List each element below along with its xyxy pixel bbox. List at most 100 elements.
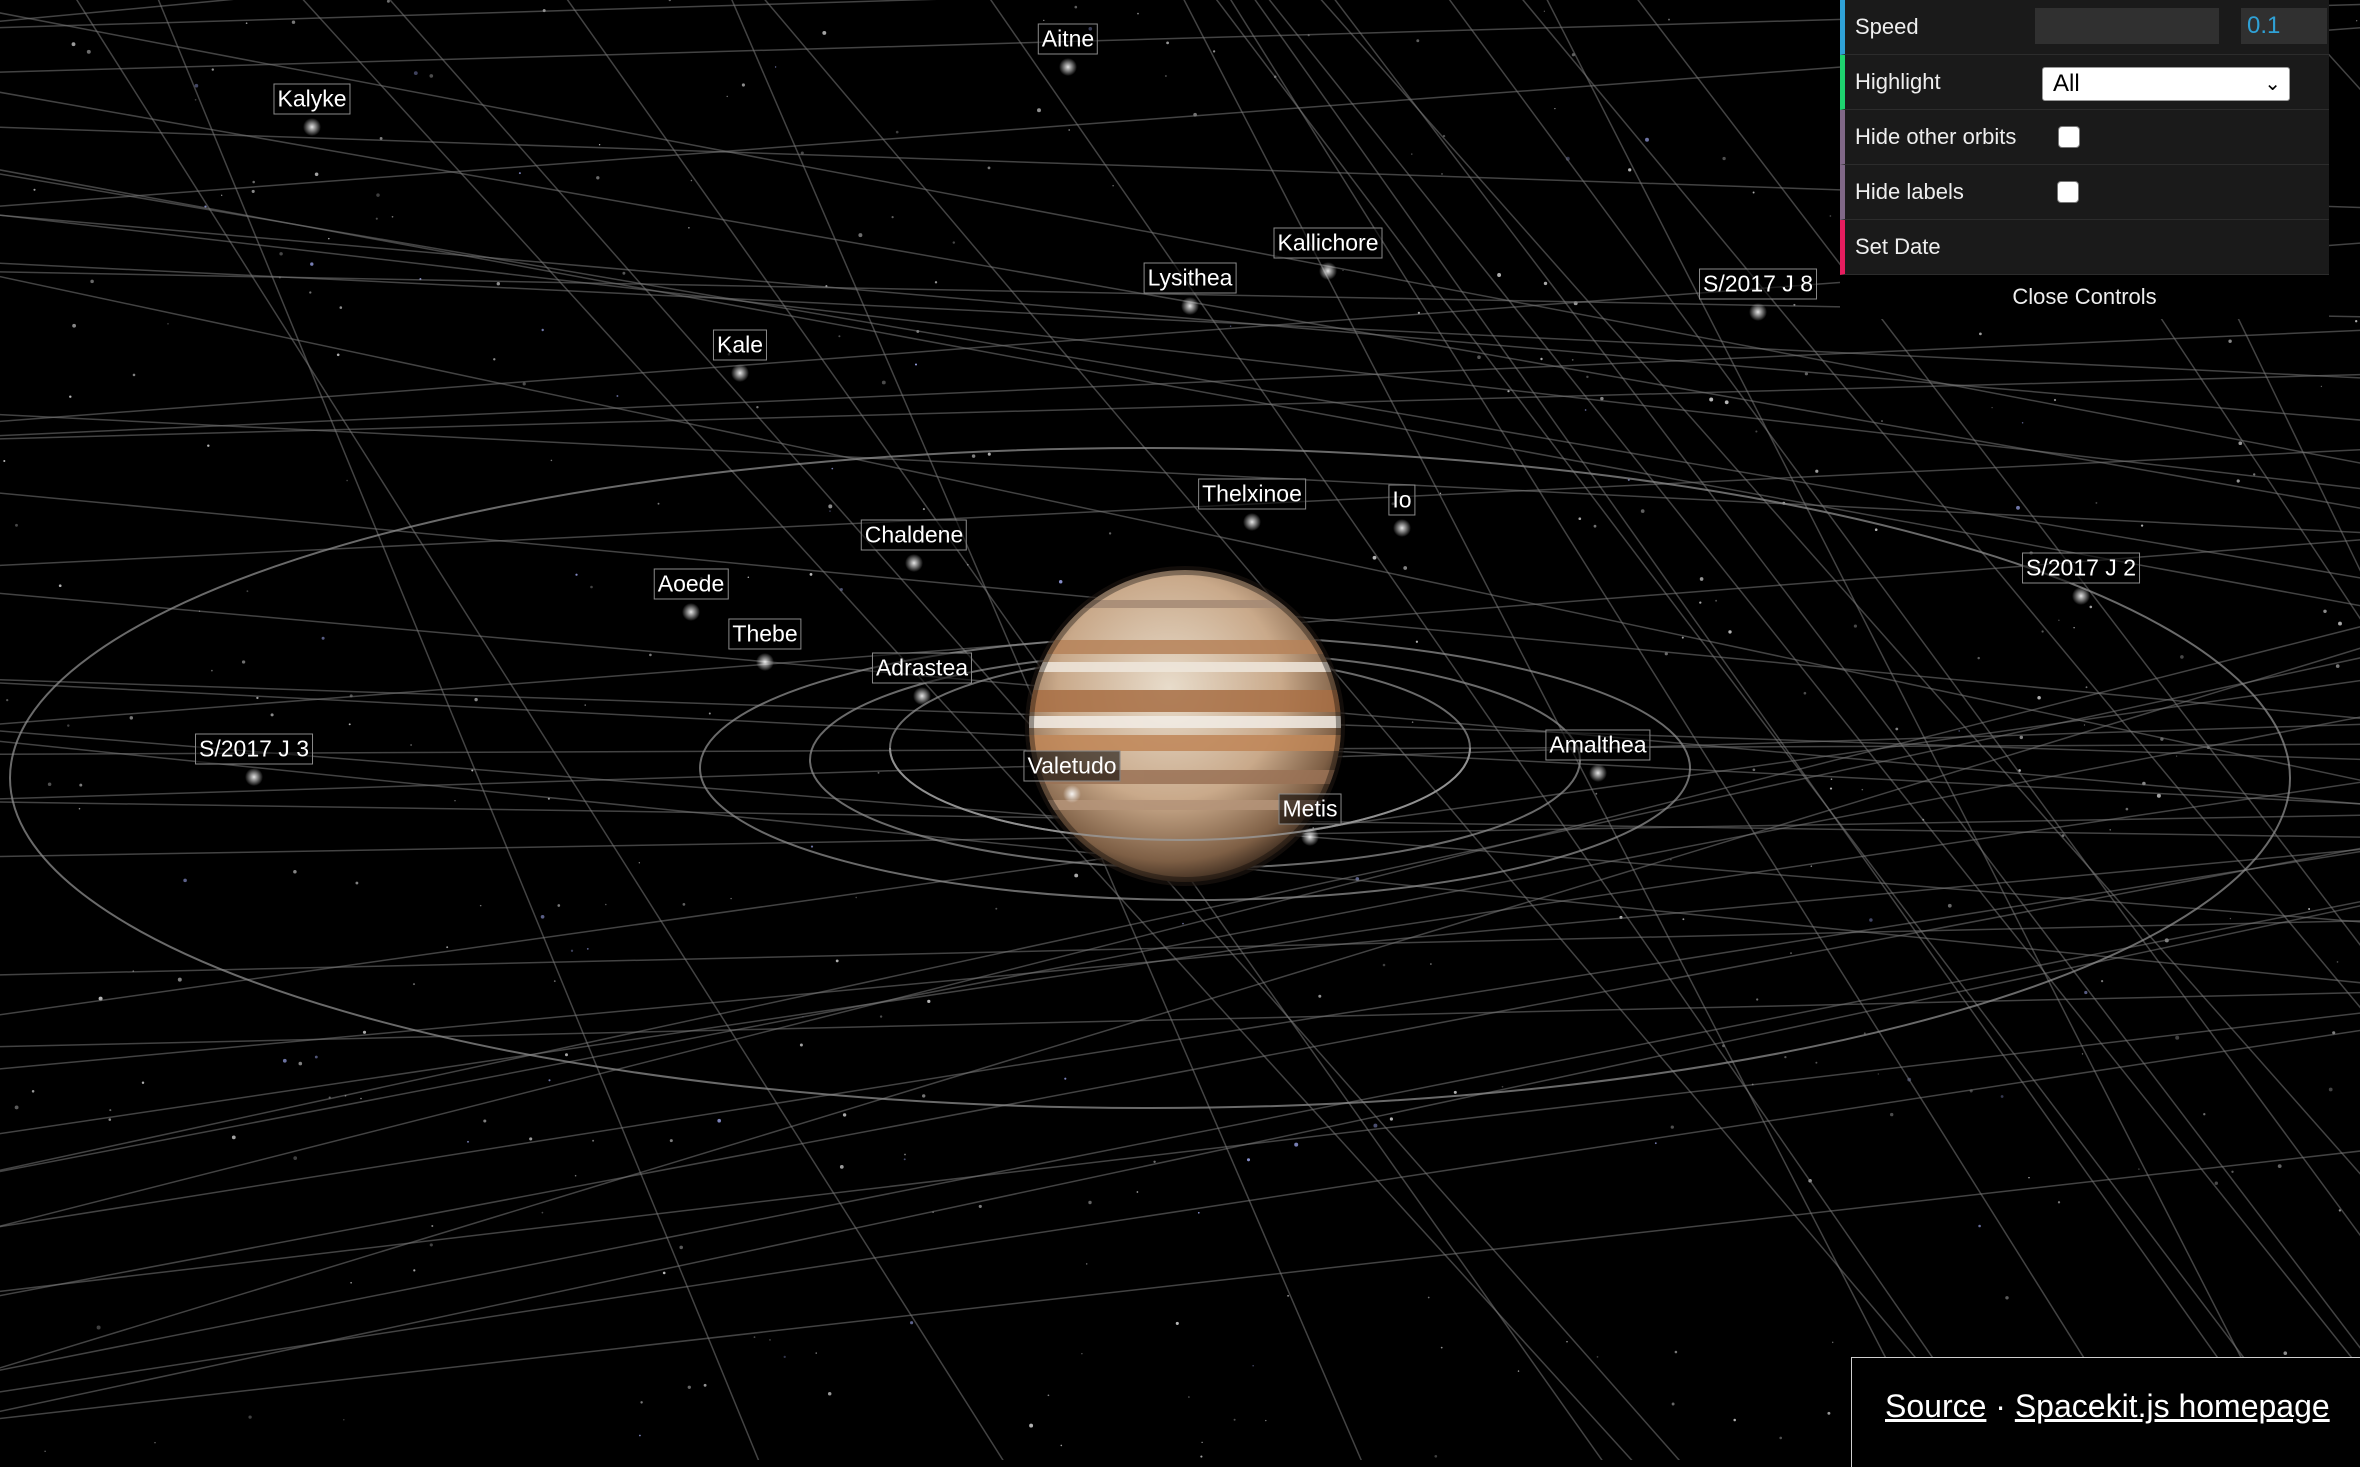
star (1881, 420, 1883, 422)
moon-label-s2017-j8[interactable]: S/2017 J 8 (1699, 269, 1817, 300)
star (1176, 1322, 1179, 1325)
moon-label-kalyke[interactable]: Kalyke (273, 84, 350, 115)
star (554, 980, 556, 982)
star (1733, 1419, 1736, 1422)
star (72, 324, 76, 328)
star (1430, 963, 1432, 965)
star (480, 905, 482, 907)
moon-label-metis[interactable]: Metis (1279, 794, 1342, 825)
moon-marker (756, 653, 774, 671)
moon-label-kale[interactable]: Kale (713, 330, 767, 361)
moon-label-thelxinoe[interactable]: Thelxinoe (1198, 479, 1306, 510)
moon-label-aitne[interactable]: Aitne (1038, 24, 1098, 55)
star (1416, 39, 1419, 42)
orbit-line (45, 0, 1034, 1460)
star (1373, 1124, 1377, 1128)
star (310, 262, 313, 265)
close-controls-button[interactable]: Close Controls (1840, 275, 2329, 319)
moon-label-lysithea[interactable]: Lysithea (1144, 263, 1237, 294)
moon-label-thebe[interactable]: Thebe (728, 619, 801, 650)
highlight-select[interactable]: All ⌄ (2042, 67, 2290, 101)
star (1875, 528, 1878, 531)
star (1991, 407, 1992, 408)
star (79, 808, 81, 810)
moon-label-amalthea[interactable]: Amalthea (1545, 730, 1650, 761)
star (2001, 1095, 2004, 1098)
star (2028, 1177, 2029, 1178)
star (585, 704, 586, 705)
star (252, 190, 255, 193)
moon-label-io[interactable]: Io (1388, 485, 1415, 516)
star (599, 144, 600, 145)
star (1572, 359, 1574, 361)
star (3, 460, 5, 462)
star (691, 180, 693, 182)
star (2231, 1171, 2233, 1173)
star (529, 1137, 532, 1140)
star (207, 444, 209, 446)
star (605, 904, 607, 906)
star (2230, 918, 2231, 919)
set-date-button[interactable]: Set Date (1840, 220, 2329, 275)
star (1153, 1161, 1155, 1163)
speed-slider[interactable] (2035, 8, 2219, 44)
star (542, 1212, 544, 1214)
source-link[interactable]: Source (1885, 1388, 1986, 1424)
star (48, 782, 52, 786)
star (2095, 502, 2097, 504)
star (497, 282, 500, 285)
speed-input[interactable]: 0.1 (2241, 8, 2327, 44)
star (1978, 1225, 1981, 1228)
star (922, 1094, 925, 1097)
star (1595, 793, 1597, 795)
footer-separator: · (1995, 1388, 2006, 1424)
moon-label-aoede[interactable]: Aoede (654, 569, 729, 600)
star (2041, 630, 2043, 632)
star (775, 66, 776, 67)
star (2126, 808, 2129, 811)
star (1390, 1117, 1393, 1120)
star (1578, 517, 1581, 520)
moon-label-s2017-j3[interactable]: S/2017 J 3 (195, 734, 313, 765)
moon-label-valetudo[interactable]: Valetudo (1023, 751, 1120, 782)
moon-label-chaldene[interactable]: Chaldene (861, 520, 967, 551)
speed-control: Speed 0.1 (1840, 0, 2329, 55)
star (246, 22, 248, 24)
star (1709, 398, 1713, 402)
star (493, 358, 495, 360)
hide-labels-checkbox[interactable] (2057, 181, 2079, 203)
star (548, 1079, 550, 1081)
spacekit-homepage-link[interactable]: Spacekit.js homepage (2015, 1388, 2330, 1424)
moon-label-adrastea[interactable]: Adrastea (872, 653, 972, 684)
star (293, 1156, 297, 1160)
star (2090, 606, 2093, 609)
star (2175, 1036, 2179, 1040)
star (541, 915, 545, 919)
star (142, 1081, 144, 1083)
star (1166, 42, 1169, 45)
star (2308, 908, 2310, 910)
moon-label-kallichore[interactable]: Kallichore (1274, 228, 1383, 259)
star (1655, 1142, 1657, 1144)
star (1779, 1437, 1782, 1440)
star (1029, 1424, 1033, 1428)
star (1895, 728, 1898, 731)
moon-marker (1749, 303, 1767, 321)
star (2086, 686, 2088, 688)
star (97, 1326, 101, 1330)
star (688, 227, 690, 229)
star (72, 42, 76, 46)
star (410, 744, 412, 746)
star (248, 1415, 251, 1418)
star (858, 233, 862, 237)
star (1454, 1091, 1457, 1094)
star (1165, 75, 1167, 77)
hide-orbits-checkbox[interactable] (2058, 126, 2080, 148)
moon-label-s2017-j2[interactable]: S/2017 J 2 (2022, 553, 2140, 584)
highlight-label: Highlight (1855, 69, 1941, 95)
star (32, 1090, 35, 1093)
star (2180, 655, 2184, 659)
star (1566, 1341, 1567, 1342)
star (1497, 273, 1501, 277)
star (2176, 755, 2177, 756)
